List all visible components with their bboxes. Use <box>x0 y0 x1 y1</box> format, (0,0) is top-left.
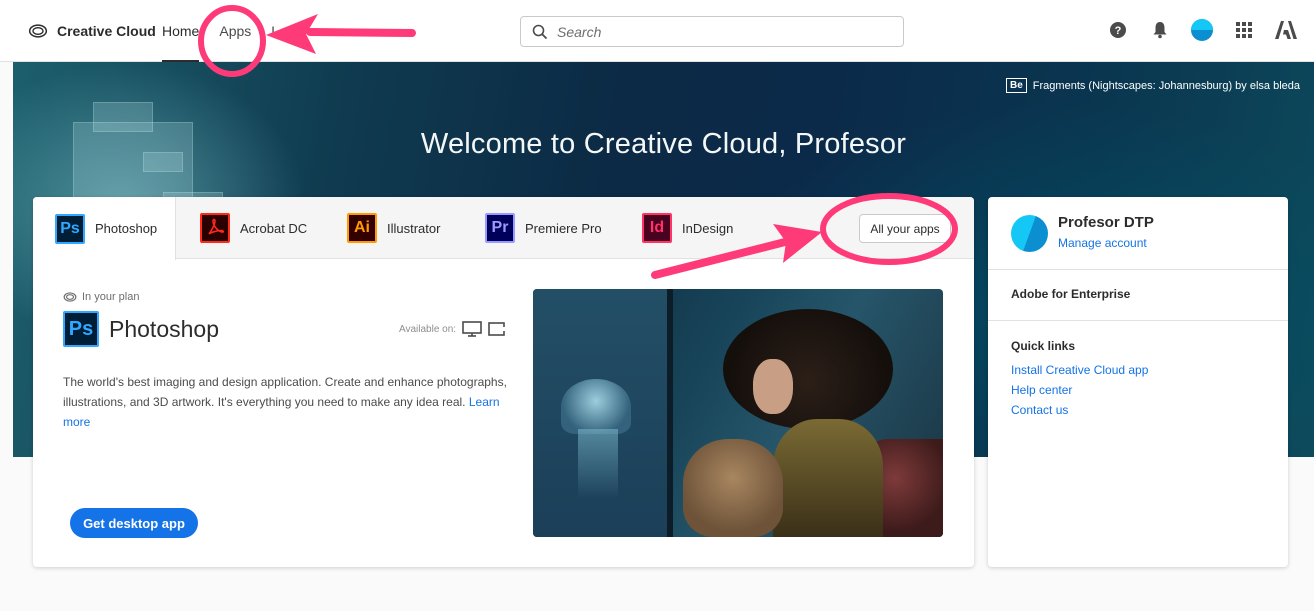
acrobat-icon <box>200 213 230 243</box>
photo-attribution[interactable]: Be Fragments (Nightscapes: Johannesburg)… <box>1006 78 1300 93</box>
get-desktop-app-button[interactable]: Get desktop app <box>70 508 198 538</box>
tab-label: InDesign <box>682 220 734 236</box>
user-avatar-icon[interactable] <box>1190 18 1214 42</box>
tab-label: Premiere Pro <box>525 220 602 236</box>
brand-name: Creative Cloud <box>57 23 156 39</box>
adobe-logo-icon[interactable] <box>1274 18 1298 42</box>
available-label: Available on: <box>399 323 457 335</box>
user-info: Profesor DTP Manage account <box>1011 213 1154 253</box>
app-switcher-grid-icon[interactable] <box>1232 18 1256 42</box>
tab-label: Acrobat DC <box>240 220 308 236</box>
install-creative-cloud-link[interactable]: Install Creative Cloud app <box>1011 361 1148 379</box>
brand[interactable]: Creative Cloud <box>28 21 156 41</box>
nav-apps[interactable]: Apps <box>219 0 251 62</box>
tab-photoshop[interactable]: Ps Photoshop <box>33 197 176 260</box>
plan-label: In your plan <box>82 291 140 303</box>
quick-links-title: Quick links <box>1011 339 1076 353</box>
nav-learn[interactable]: Learn <box>271 0 307 62</box>
search-box[interactable] <box>520 16 904 47</box>
in-your-plan: In your plan <box>63 290 139 304</box>
notification-bell-icon[interactable] <box>1148 18 1172 42</box>
help-center-link[interactable]: Help center <box>1011 381 1148 399</box>
tab-illustrator[interactable]: Ai Illustrator <box>347 197 440 259</box>
quick-links: Install Creative Cloud app Help center C… <box>1011 361 1148 419</box>
illustrator-icon: Ai <box>347 213 377 243</box>
account-panel: Profesor DTP Manage account Adobe for En… <box>988 197 1288 567</box>
behance-icon: Be <box>1006 78 1027 93</box>
app-description: The world's best imaging and design appl… <box>63 375 507 429</box>
photoshop-icon: Ps <box>63 311 99 347</box>
photoshop-promo-image <box>533 289 943 537</box>
manage-account-link[interactable]: Manage account <box>1058 233 1154 253</box>
contact-us-link[interactable]: Contact us <box>1011 401 1148 419</box>
welcome-title: Welcome to Creative Cloud, Profesor <box>420 128 907 160</box>
creative-cloud-logo-icon <box>28 24 48 38</box>
tab-premiere-pro[interactable]: Pr Premiere Pro <box>485 197 602 259</box>
nav-home[interactable]: Home <box>162 0 200 62</box>
search-input[interactable] <box>557 23 877 40</box>
app-tabs: Ps Photoshop Acrobat DC Ai Illustrator P… <box>33 197 974 260</box>
indesign-icon: Id <box>642 213 672 243</box>
avatar <box>1011 215 1048 252</box>
app-heading: Ps Photoshop <box>63 311 219 347</box>
main-nav: Home Apps Learn <box>162 0 307 62</box>
search-icon <box>532 24 548 39</box>
premiere-pro-icon: Pr <box>485 213 515 243</box>
desktop-icon <box>462 321 482 337</box>
divider <box>988 320 1288 321</box>
app-name: Photoshop <box>109 315 219 342</box>
available-on: Available on: <box>399 321 506 337</box>
help-icon[interactable]: ? <box>1106 18 1130 42</box>
adobe-for-enterprise[interactable]: Adobe for Enterprise <box>1011 287 1130 301</box>
divider <box>988 269 1288 270</box>
photoshop-icon: Ps <box>55 213 85 244</box>
app-card: Ps Photoshop Acrobat DC Ai Illustrator P… <box>33 197 974 567</box>
user-name: Profesor DTP <box>1058 214 1154 231</box>
tab-label: Photoshop <box>95 221 158 236</box>
top-icons: ? <box>1106 18 1298 42</box>
top-bar: Creative Cloud Home Apps Learn ? <box>0 0 1314 62</box>
tablet-icon <box>488 322 506 336</box>
tab-label: Illustrator <box>387 220 441 236</box>
svg-text:?: ? <box>1115 25 1122 37</box>
creative-cloud-icon <box>63 292 77 302</box>
tab-acrobat[interactable]: Acrobat DC <box>200 197 307 259</box>
all-your-apps-button[interactable]: All your apps <box>859 214 951 243</box>
tab-indesign[interactable]: Id InDesign <box>642 197 733 259</box>
attribution-text: Fragments (Nightscapes: Johannesburg) by… <box>1032 79 1300 92</box>
